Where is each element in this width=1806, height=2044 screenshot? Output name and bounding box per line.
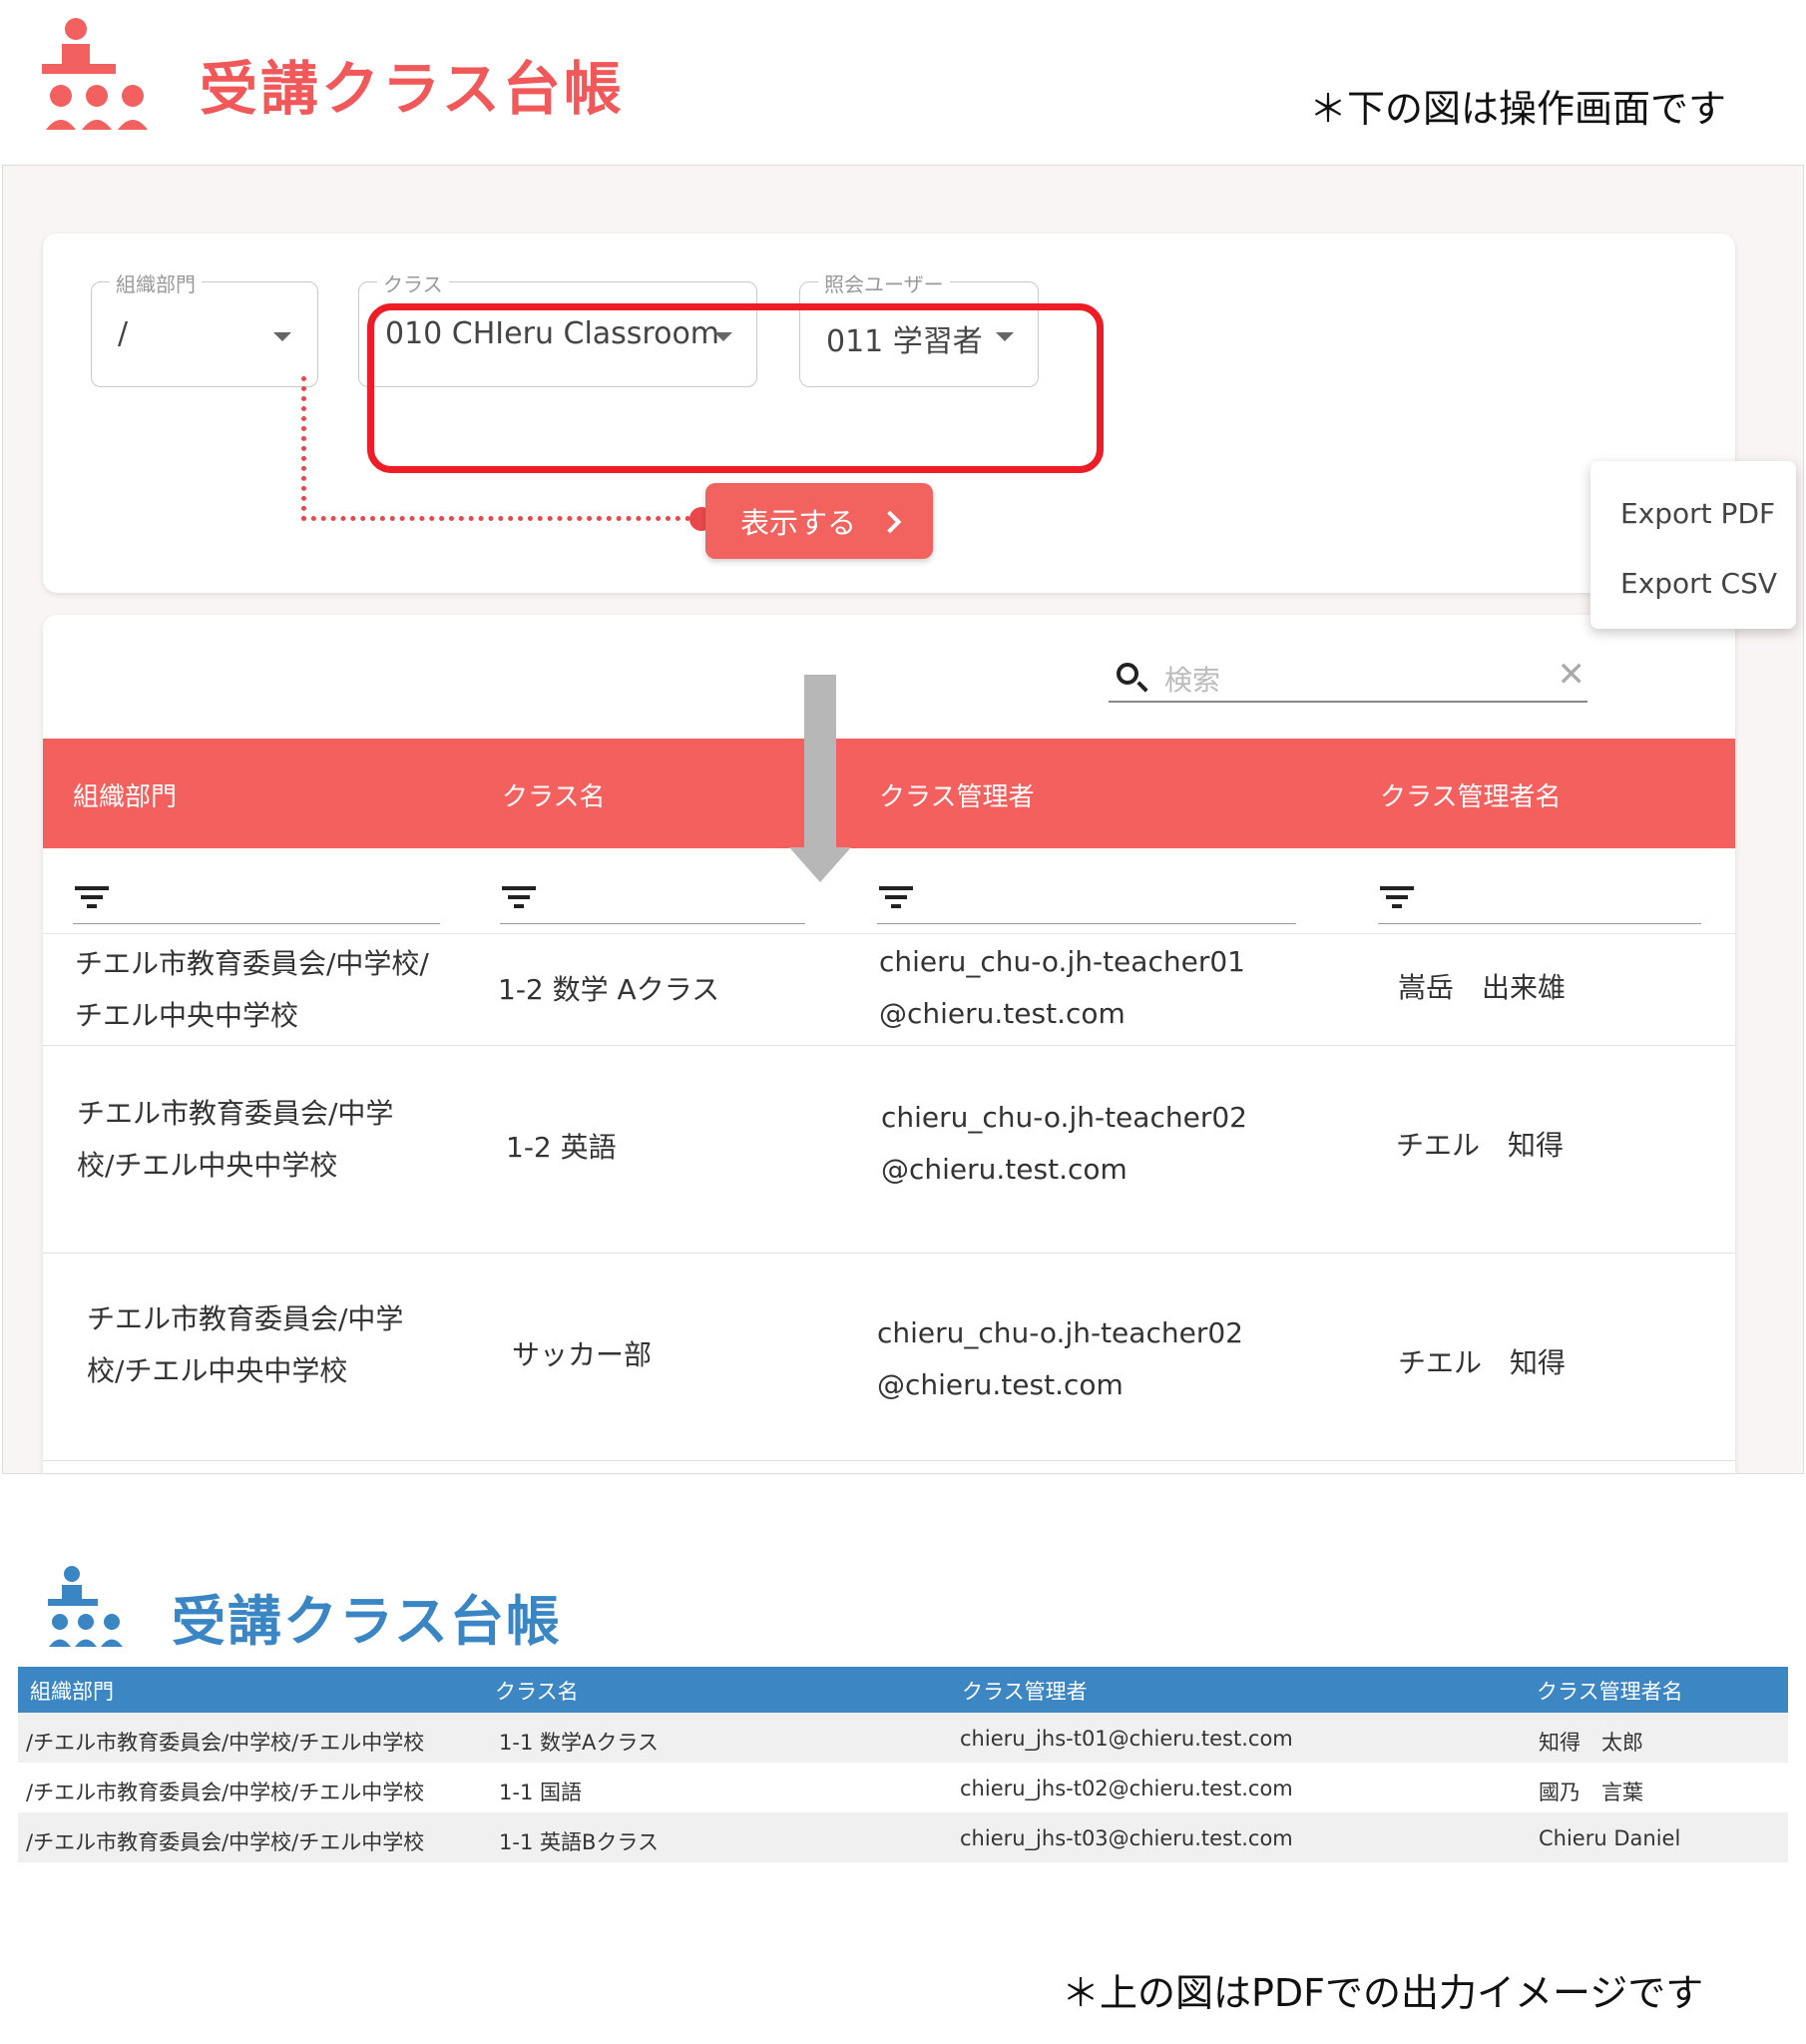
clear-icon[interactable]: ✕ — [1558, 655, 1586, 695]
table-row[interactable]: チエル市教育委員会/中学校/チエル中央中学校 1-2 数学 Aクラス chier… — [43, 934, 1735, 1046]
search-icon — [1117, 663, 1138, 685]
table-row[interactable]: チエル市教育委員会/中学 校/チエル中央中学校 1-2 英語 chieru_chu… — [43, 1046, 1735, 1254]
filter-card: 組織部門 / クラス 010 CHIeru Classroom 照会ユーザー 0… — [43, 234, 1735, 593]
page-title: 受講クラス台帳 — [200, 55, 625, 123]
highlight-frame — [367, 303, 1104, 473]
result-table: 検索 ✕ 組織部門 クラス名 クラス管理者 クラス管理者名 チエル市教育委員会/… — [43, 615, 1735, 1473]
dotted-connector — [301, 516, 700, 521]
export-csv-item[interactable]: Export CSV — [1620, 567, 1777, 600]
class-cell: 1-2 数学 Aクラス — [498, 973, 720, 1006]
admin-cell: chieru_chu-o.jh-teacher02 @chieru.test.co… — [877, 1316, 1243, 1401]
pdf-table-header: 組織部門 クラス名 クラス管理者 クラス管理者名 — [18, 1667, 1788, 1713]
pdf-admin-cell: chieru_jhs-t01@chieru.test.com — [960, 1727, 1293, 1751]
screen-note: ＊下の図は操作画面です — [1309, 87, 1727, 131]
chevron-right-icon — [878, 510, 902, 534]
admin-cell: chieru_chu-o.jh-teacher02 @chieru.test.co… — [881, 1101, 1247, 1186]
down-arrow — [804, 675, 836, 849]
class-people-icon — [42, 18, 148, 130]
table-header: 組織部門 クラス名 クラス管理者 クラス管理者名 — [43, 739, 1735, 848]
org-select[interactable]: 組織部門 / — [91, 268, 318, 387]
column-filter[interactable] — [500, 884, 805, 924]
pdf-table-row: /チエル市教育委員会/中学校/チエル中学校 1-1 英語Bクラス chieru_… — [18, 1812, 1788, 1862]
search-placeholder: 検索 — [1164, 664, 1221, 697]
org-cell: チエル市教育委員会/中学校/チエル中央中学校 — [77, 1097, 394, 1182]
pdf-table-row: /チエル市教育委員会/中学校/チエル中学校 1-1 数学Aクラス chieru_… — [18, 1713, 1788, 1763]
pdf-org-cell: /チエル市教育委員会/中学校/チエル中学校 — [26, 1781, 425, 1804]
pdf-column-header: 組織部門 — [30, 1680, 114, 1704]
show-button[interactable]: 表示する — [705, 483, 933, 559]
class-select-label: クラス — [377, 268, 449, 297]
pdf-class-cell: 1-1 英語Bクラス — [499, 1830, 659, 1854]
pdf-org-cell: /チエル市教育委員会/中学校/チエル中学校 — [26, 1830, 425, 1854]
filter-icon — [1380, 886, 1414, 910]
column-header[interactable]: クラス名 — [502, 776, 605, 813]
export-pdf-item[interactable]: Export PDF — [1620, 497, 1775, 530]
filter-icon — [502, 886, 536, 910]
org-select-label: 組織部門 — [110, 268, 202, 297]
column-filter[interactable] — [73, 884, 440, 924]
pdf-title: 受講クラス台帳 — [172, 1590, 562, 1653]
pdf-admin-cell: chieru_jhs-t03@chieru.test.com — [960, 1826, 1293, 1850]
dotted-connector — [301, 376, 306, 521]
org-cell: チエル市教育委員会/中学校/チエル中央中学校 — [75, 947, 429, 1032]
pdf-admin-name-cell: Chieru Daniel — [1539, 1826, 1681, 1850]
admin-name-cell: チエル 知得 — [1396, 1129, 1565, 1162]
show-button-label: 表示する — [739, 506, 856, 540]
user-select-label: 照会ユーザー — [818, 268, 950, 297]
pdf-note: ＊上の図はPDFでの出力イメージです — [1062, 1971, 1704, 2015]
app-screen: 組織部門 / クラス 010 CHIeru Classroom 照会ユーザー 0… — [2, 165, 1804, 1474]
filter-icon — [75, 886, 109, 910]
down-arrow-head — [789, 847, 851, 882]
dropdown-caret-icon — [273, 332, 291, 341]
column-header[interactable]: クラス管理者 — [879, 776, 1034, 813]
class-cell: サッカー部 — [512, 1338, 653, 1371]
pdf-admin-cell: chieru_jhs-t02@chieru.test.com — [960, 1777, 1293, 1800]
pdf-org-cell: /チエル市教育委員会/中学校/チエル中学校 — [26, 1731, 425, 1755]
admin-cell: chieru_chu-o.jh-teacher01 @chieru.test.co… — [879, 945, 1245, 1030]
table-row[interactable]: チエル市教育委員会/中学 校/チエル中央中学校 サッカー部 chieru_chu-… — [43, 1254, 1735, 1461]
pdf-admin-name-cell: 知得 太郎 — [1539, 1731, 1643, 1755]
admin-name-cell: 嵩岳 出来雄 — [1398, 971, 1567, 1004]
admin-name-cell: チエル 知得 — [1398, 1346, 1567, 1379]
export-menu: Export PDF Export CSV — [1590, 461, 1796, 629]
filter-row — [43, 848, 1735, 934]
pdf-column-header: クラス管理者 — [962, 1680, 1088, 1704]
pdf-column-header: クラス名 — [495, 1680, 579, 1704]
column-filter[interactable] — [1378, 884, 1701, 924]
column-header[interactable]: 組織部門 — [73, 776, 177, 813]
pdf-class-cell: 1-1 国語 — [499, 1781, 582, 1804]
class-cell: 1-2 英語 — [506, 1131, 617, 1164]
column-header[interactable]: クラス管理者名 — [1380, 776, 1561, 813]
pdf-admin-name-cell: 國乃 言葉 — [1539, 1781, 1643, 1804]
pdf-class-cell: 1-1 数学Aクラス — [499, 1731, 659, 1755]
org-select-value: / — [118, 316, 129, 351]
pdf-column-header: クラス管理者名 — [1537, 1680, 1683, 1704]
class-people-icon — [48, 1566, 123, 1647]
pdf-table: 組織部門 クラス名 クラス管理者 クラス管理者名 /チエル市教育委員会/中学校/… — [18, 1667, 1788, 1862]
filter-icon — [879, 886, 913, 910]
column-filter[interactable] — [877, 884, 1296, 924]
pdf-table-row: /チエル市教育委員会/中学校/チエル中学校 1-1 国語 chieru_jhs-… — [18, 1763, 1788, 1812]
search-input[interactable]: 検索 ✕ — [1109, 655, 1587, 703]
org-cell: チエル市教育委員会/中学校/チエル中央中学校 — [87, 1302, 404, 1387]
